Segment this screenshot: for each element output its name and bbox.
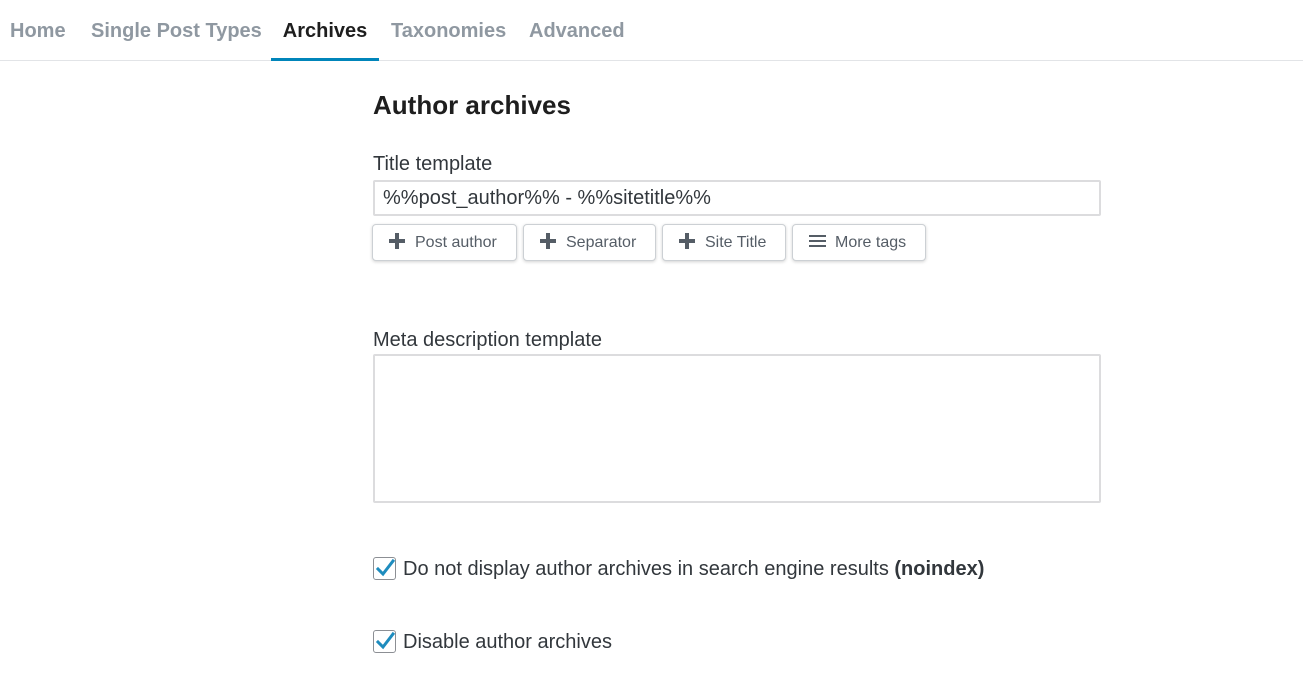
more-tags-button[interactable]: More tags: [792, 224, 926, 261]
tab-advanced[interactable]: Advanced: [529, 0, 629, 61]
plus-icon: [389, 233, 405, 249]
insert-post-author-button[interactable]: Post author: [372, 224, 517, 261]
settings-page: Home Single Post Types Archives Taxonomi…: [0, 0, 1303, 694]
more-tags-button-label: More tags: [835, 234, 907, 251]
noindex-checkbox[interactable]: [373, 557, 396, 580]
tab-bar: Home Single Post Types Archives Taxonomi…: [0, 0, 1303, 61]
tab-archives[interactable]: Archives: [271, 0, 379, 61]
checkmark-icon: [375, 558, 396, 577]
noindex-label: Do not display author archives in search…: [403, 557, 984, 581]
insert-site-title-button[interactable]: Site Title: [662, 224, 786, 261]
noindex-label-text: Do not display author archives in search…: [403, 558, 889, 580]
disable-author-archives-checkbox[interactable]: [373, 630, 396, 653]
noindex-label-bold: (noindex): [894, 558, 985, 580]
site-title-button-label: Site Title: [705, 234, 767, 251]
meta-description-label: Meta description template: [373, 329, 603, 351]
checkmark-icon: [375, 631, 396, 650]
post-author-button-label: Post author: [415, 234, 497, 251]
title-template-input[interactable]: %%post_author%% - %%sitetitle%%: [373, 180, 1101, 216]
disable-author-archives-label: Disable author archives: [403, 631, 612, 653]
plus-icon: [679, 233, 695, 249]
tab-taxonomies[interactable]: Taxonomies: [391, 0, 509, 61]
menu-icon: [809, 233, 826, 249]
meta-description-textarea[interactable]: [373, 354, 1101, 503]
section-title: Author archives: [373, 90, 571, 120]
title-template-label: Title template: [373, 153, 493, 175]
tab-home[interactable]: Home: [10, 0, 70, 61]
plus-icon: [540, 233, 556, 249]
tab-single-post-types[interactable]: Single Post Types: [91, 0, 263, 61]
separator-button-label: Separator: [566, 234, 637, 251]
insert-separator-button[interactable]: Separator: [523, 224, 656, 261]
